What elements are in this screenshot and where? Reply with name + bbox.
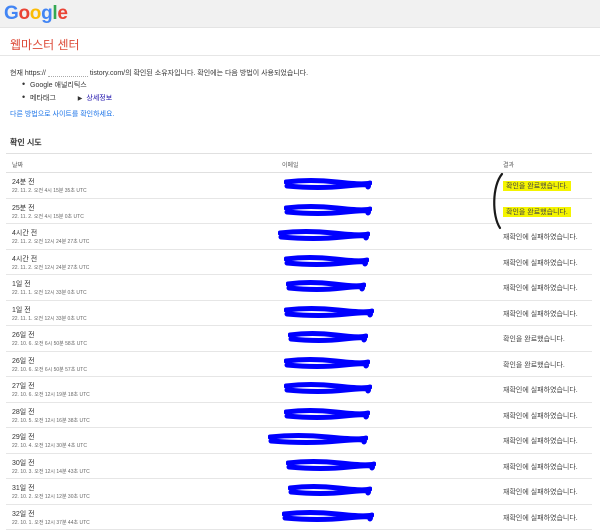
- attempt-timestamp: 22. 10. 3. 오전 12시 14분 43초 UTC: [12, 468, 90, 475]
- attempt-relative-time: 4시간 전: [12, 254, 37, 264]
- verify-other-method-link[interactable]: 다른 방법으로 사이트를 확인하세요.: [10, 109, 114, 119]
- attempt-result: 재확인에 실패하였습니다.: [503, 487, 578, 497]
- attempt-timestamp: 22. 10. 4. 오전 12시 30분 4초 UTC: [12, 442, 87, 449]
- attempt-result: 재확인에 실패하였습니다.: [503, 283, 578, 293]
- method-item: 메타태그 ▶상세정보: [22, 93, 112, 106]
- attempt-result: 재확인에 실패하였습니다.: [503, 513, 578, 523]
- attempt-relative-time: 26일 전: [12, 330, 35, 340]
- attempt-timestamp: 22. 10. 6. 오전 6시 50분 58초 UTC: [12, 340, 87, 347]
- method-item: Google 애널리틱스: [22, 80, 112, 93]
- owner-suffix: tistory.com/의 확인된 소유자입니다. 확인에는 다음 방법이 사용…: [90, 70, 308, 77]
- redacted-email: [288, 483, 372, 497]
- attempt-result-highlighted: 확인을 완료했습니다.: [503, 181, 571, 191]
- logo-letter: e: [57, 3, 67, 24]
- attempt-relative-time: 28일 전: [12, 407, 35, 417]
- redacted-email: [284, 407, 370, 421]
- redacted-email: [282, 509, 374, 523]
- logo-letter: G: [4, 3, 18, 24]
- redacted-email: [278, 228, 370, 242]
- attempt-result: 재확인에 실패하였습니다.: [503, 232, 578, 242]
- attempt-relative-time: 26일 전: [12, 356, 35, 366]
- table-row: 30일 전22. 10. 3. 오전 12시 14분 43초 UTC 재확인에 실…: [6, 454, 592, 480]
- redacted-email: [284, 381, 372, 395]
- attempt-result: 재확인에 실패하였습니다.: [503, 436, 578, 446]
- attempt-relative-time: 27일 전: [12, 381, 35, 391]
- redacted-email: [284, 254, 369, 268]
- logo-letter: g: [41, 3, 52, 24]
- header-result: 결과: [503, 160, 514, 169]
- logo-letter: o: [30, 3, 41, 24]
- divider: [0, 55, 600, 56]
- attempt-timestamp: 22. 11. 2. 오전 12시 24분 27초 UTC: [12, 264, 89, 271]
- attempt-timestamp: 22. 11. 1. 오전 12시 33분 0초 UTC: [12, 315, 87, 322]
- redacted-email: [284, 177, 372, 191]
- redacted-email: [268, 432, 368, 446]
- table-row: 29일 전22. 10. 4. 오전 12시 30분 4초 UTC 재확인에 실패…: [6, 428, 592, 454]
- redacted-email: [284, 203, 372, 217]
- attempt-timestamp: 22. 10. 5. 오전 12시 16분 38초 UTC: [12, 417, 90, 424]
- attempt-result: 재확인에 실패하였습니다.: [503, 411, 578, 421]
- expand-triangle-icon[interactable]: ▶: [78, 95, 83, 102]
- attempt-relative-time: 25분 전: [12, 203, 35, 213]
- table-row: 26일 전22. 10. 6. 오전 6시 50분 57초 UTC 확인을 완료했…: [6, 352, 592, 378]
- table-header: 날짜 이메일 결과: [6, 153, 592, 173]
- attempt-relative-time: 1일 전: [12, 279, 31, 289]
- attempt-timestamp: 22. 10. 1. 오전 12시 37분 44초 UTC: [12, 519, 90, 526]
- details-link[interactable]: 상세정보: [86, 95, 112, 102]
- header-date: 날짜: [12, 160, 23, 169]
- attempt-result: 확인을 완료했습니다.: [503, 334, 565, 344]
- attempt-result-highlighted: 확인을 완료했습니다.: [503, 207, 571, 217]
- redacted-email: [288, 330, 368, 344]
- logo-letter: o: [18, 3, 29, 24]
- annotation-bracket: [488, 172, 506, 230]
- table-row: 31일 전22. 10. 2. 오전 12시 12분 30초 UTC 재확인에 실…: [6, 479, 592, 505]
- owner-statement: 현재 https:// tistory.com/의 확인된 소유자입니다. 확인에…: [10, 68, 308, 78]
- redacted-email: [286, 279, 366, 293]
- attempt-timestamp: 22. 11. 2. 오전 4시 15분 35초 UTC: [12, 187, 87, 194]
- verification-methods-list: Google 애널리틱스 메타태그 ▶상세정보: [22, 80, 112, 106]
- attempt-result: 재확인에 실패하였습니다.: [503, 258, 578, 268]
- redacted-email: [286, 458, 376, 472]
- redacted-email: [284, 356, 370, 370]
- attempt-relative-time: 1일 전: [12, 305, 31, 315]
- attempt-timestamp: 22. 10. 6. 오전 6시 50분 57초 UTC: [12, 366, 87, 373]
- attempt-timestamp: 22. 11. 1. 오전 12시 33분 0초 UTC: [12, 289, 87, 296]
- top-bar: Google: [0, 0, 600, 28]
- attempt-relative-time: 24분 전: [12, 177, 35, 187]
- attempt-result: 재확인에 실패하였습니다.: [503, 385, 578, 395]
- attempt-relative-time: 4시간 전: [12, 228, 37, 238]
- attempt-timestamp: 22. 11. 2. 오전 4시 15분 0초 UTC: [12, 213, 84, 220]
- attempt-result: 확인을 완료했습니다.: [503, 360, 565, 370]
- attempts-heading: 확인 시도: [10, 137, 42, 148]
- page-title: 웹마스터 센터: [10, 36, 80, 53]
- header-email: 이메일: [282, 160, 299, 169]
- attempt-relative-time: 32일 전: [12, 509, 35, 519]
- method-label-analytics: Google 애널리틱스: [30, 82, 87, 89]
- attempt-relative-time: 29일 전: [12, 432, 35, 442]
- method-label-meta-tag: 메타태그: [30, 95, 56, 102]
- table-row: 4시간 전22. 11. 2. 오전 12시 24분 27초 UTC 재확인에 실…: [6, 250, 592, 276]
- table-row: 27일 전22. 10. 6. 오전 12시 19분 18초 UTC 재확인에 실…: [6, 377, 592, 403]
- table-row: 1일 전22. 11. 1. 오전 12시 33분 0초 UTC 재확인에 실패하…: [6, 301, 592, 327]
- attempt-timestamp: 22. 11. 2. 오전 12시 24분 27초 UTC: [12, 238, 89, 245]
- attempt-relative-time: 31일 전: [12, 483, 35, 493]
- table-row: 28일 전22. 10. 5. 오전 12시 16분 38초 UTC 재확인에 실…: [6, 403, 592, 429]
- attempt-result: 재확인에 실패하였습니다.: [503, 462, 578, 472]
- owner-prefix: 현재 https://: [10, 70, 46, 77]
- attempt-timestamp: 22. 10. 6. 오전 12시 19분 18초 UTC: [12, 391, 90, 398]
- attempt-timestamp: 22. 10. 2. 오전 12시 12분 30초 UTC: [12, 493, 90, 500]
- table-row: 32일 전22. 10. 1. 오전 12시 37분 44초 UTC 재확인에 실…: [6, 505, 592, 530]
- attempt-result: 재확인에 실패하였습니다.: [503, 309, 578, 319]
- table-row: 1일 전22. 11. 1. 오전 12시 33분 0초 UTC 재확인에 실패하…: [6, 275, 592, 301]
- redacted-email: [284, 305, 374, 319]
- table-row: 26일 전22. 10. 6. 오전 6시 50분 58초 UTC 확인을 완료했…: [6, 326, 592, 352]
- google-logo[interactable]: Google: [4, 3, 68, 25]
- redacted-url: [48, 70, 88, 77]
- attempt-relative-time: 30일 전: [12, 458, 35, 468]
